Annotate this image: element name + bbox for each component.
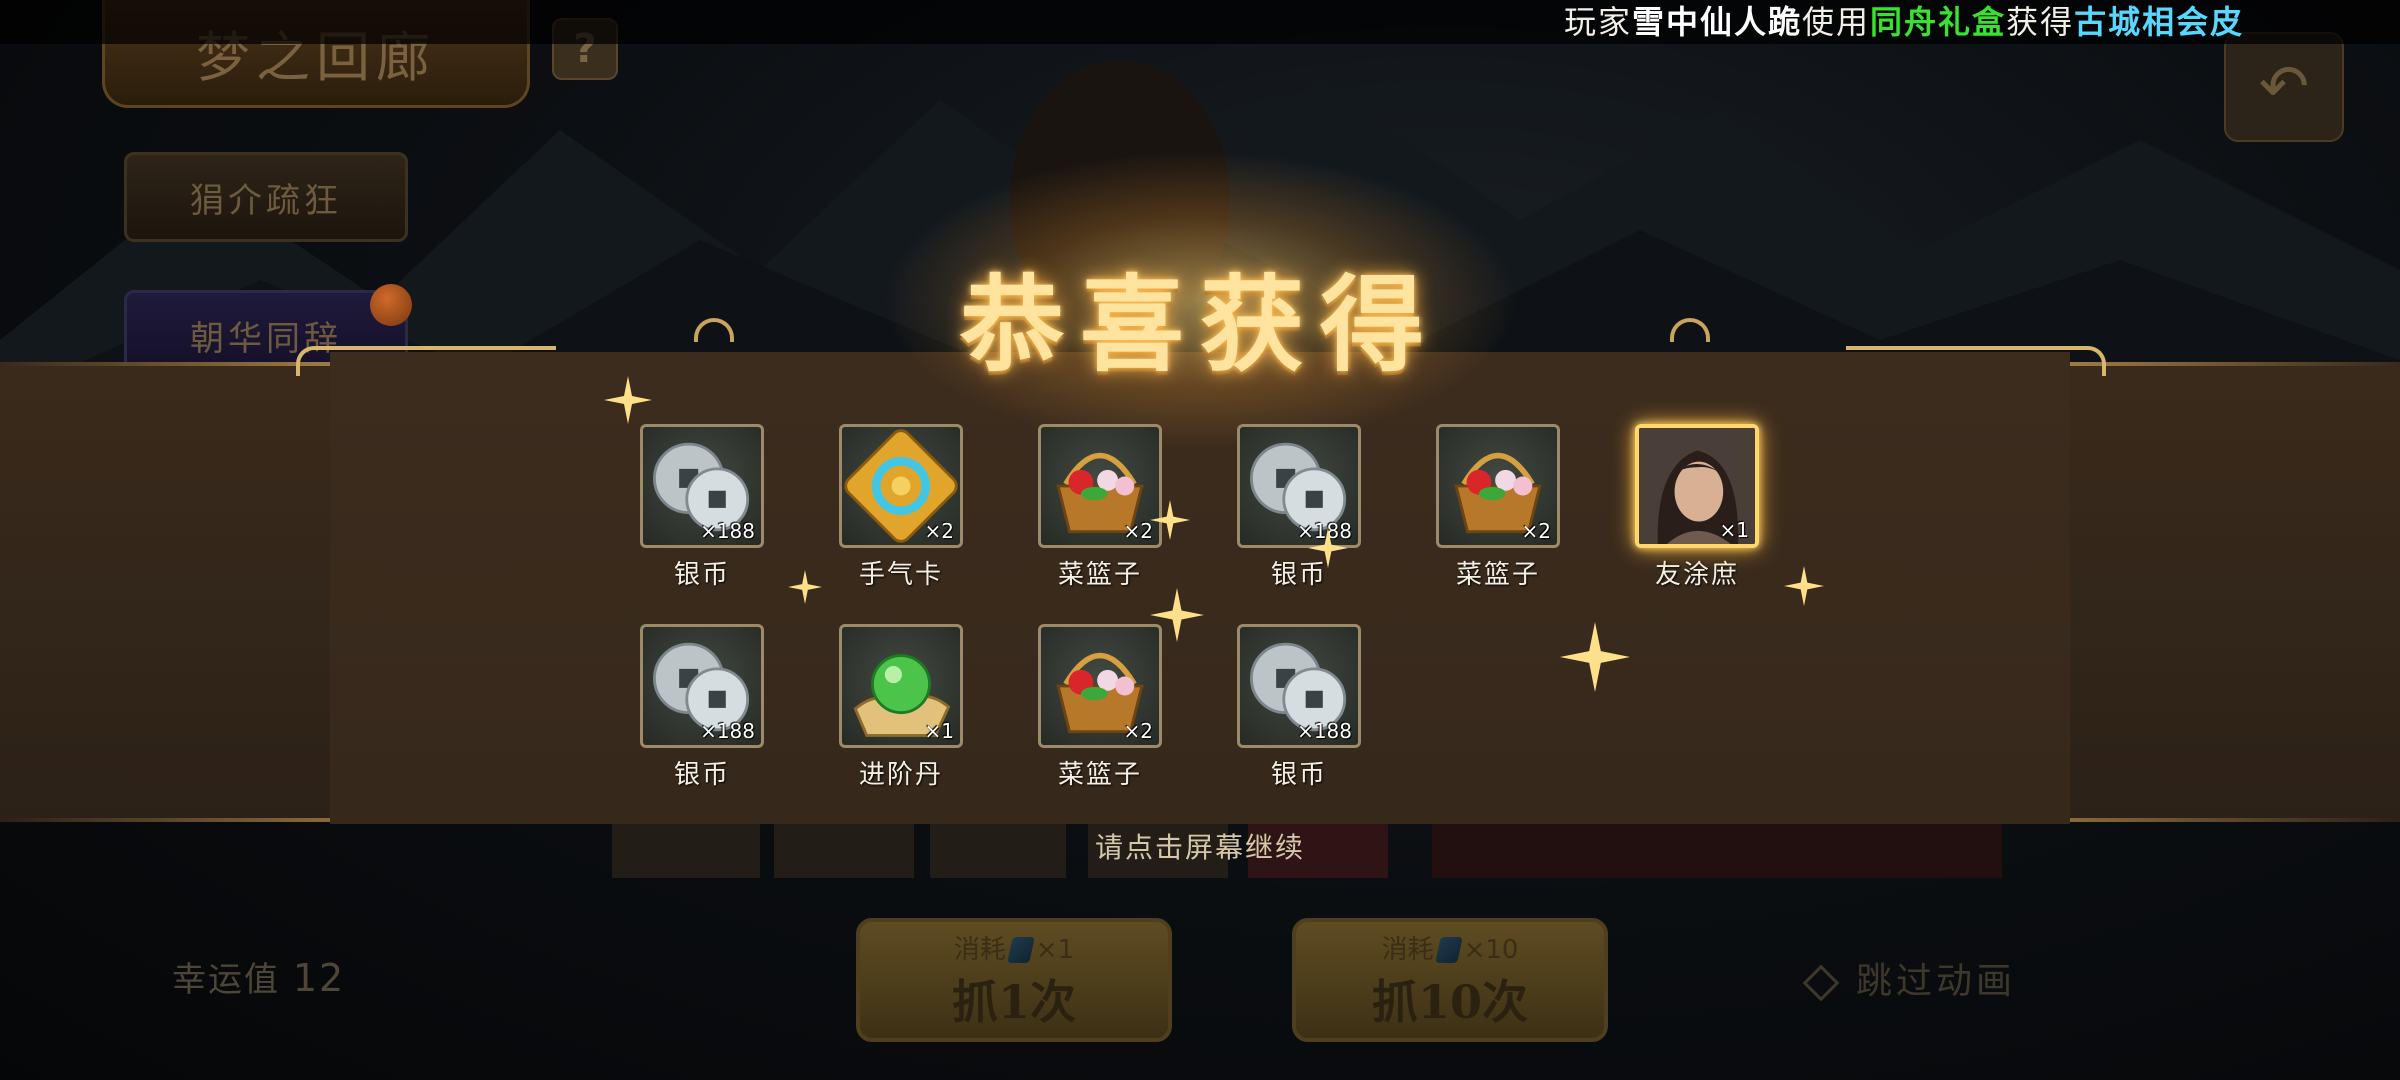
- tab-pool-1[interactable]: 狷介疏狂: [124, 152, 408, 242]
- reward-grid: ×188 银币 ×2 手气卡 ×2 菜篮子 ×188 银币 ×2 菜篮子 ×1 …: [640, 424, 1820, 804]
- marquee-text: 玩家雪中仙人跪使用同舟礼盒获得古城相会皮: [1564, 0, 2244, 44]
- sparkle-icon: [1784, 566, 1824, 606]
- marquee-reward-name: 古城相会皮: [2074, 3, 2245, 41]
- cost-qty: ×1: [1035, 934, 1075, 965]
- card-slot: [1432, 820, 2002, 878]
- panel-gold-trim: [1846, 346, 2106, 376]
- draw-one-cost: 消耗 ×1: [954, 929, 1074, 966]
- luck-value-display: 幸运值 12: [172, 952, 345, 1001]
- reward-item[interactable]: ×188 银币: [640, 424, 764, 591]
- draw-ten-label: 抓10次: [1371, 974, 1528, 1029]
- item-name: 进阶丹: [858, 760, 943, 790]
- item-name: 菜篮子: [1057, 560, 1142, 590]
- reward-item[interactable]: ×188 银币: [1237, 624, 1361, 791]
- reward-item[interactable]: ×2 手气卡: [839, 424, 963, 591]
- draw-ten-cost: 消耗 ×10: [1382, 929, 1519, 966]
- broadcast-marquee: 玩家雪中仙人跪使用同舟礼盒获得古城相会皮: [0, 0, 2400, 44]
- item-name: 菜篮子: [1455, 560, 1540, 590]
- card-slot: [612, 820, 760, 878]
- item-name: 银币: [673, 560, 730, 590]
- marquee-prefix: 玩家: [1564, 3, 1633, 41]
- sparkle-icon: [604, 376, 652, 424]
- reward-title: 恭喜获得: [959, 263, 1440, 386]
- sparkle-icon: [1308, 528, 1348, 568]
- card-slot: [774, 820, 914, 878]
- draw-one-label: 抓1次: [951, 974, 1076, 1029]
- reward-item[interactable]: ×1 进阶丹: [839, 624, 963, 791]
- item-count: ×2: [1123, 519, 1153, 543]
- sparkle-icon: [788, 570, 822, 604]
- reward-frame: ×2: [839, 424, 963, 548]
- skip-animation-toggle[interactable]: 跳过动画: [1802, 952, 2017, 1004]
- marquee-player-name: 雪中仙人跪: [1632, 3, 1803, 41]
- diamond-checkbox-icon: [1802, 964, 1840, 1002]
- notification-dot-icon: [370, 284, 412, 326]
- sparkle-icon: [1150, 500, 1190, 540]
- marquee-verb: 使用: [1802, 3, 1871, 41]
- item-name: 银币: [1270, 760, 1327, 790]
- marquee-item-name: 同舟礼盒: [1870, 3, 2007, 41]
- item-name: 菜篮子: [1057, 760, 1142, 790]
- item-count: ×188: [1297, 719, 1352, 743]
- tap-to-continue-hint: 请点击屏幕继续: [1094, 831, 1305, 864]
- item-count: ×1: [924, 719, 954, 743]
- item-name: 手气卡: [858, 560, 943, 590]
- reward-frame: ×2: [1038, 624, 1162, 748]
- cost-qty: ×10: [1463, 934, 1519, 965]
- item-name: 银币: [673, 760, 730, 790]
- reward-frame: ×2: [1436, 424, 1560, 548]
- sparkle-icon: [1560, 622, 1630, 692]
- sparkle-icon: [1150, 588, 1204, 642]
- reward-item[interactable]: ×2 菜篮子: [1436, 424, 1560, 591]
- item-count: ×2: [1123, 719, 1153, 743]
- back-arrow-icon: ↶: [2258, 52, 2310, 122]
- item-name: 友涂庶: [1654, 560, 1739, 590]
- reward-frame: ×188: [640, 424, 764, 548]
- reward-item[interactable]: ×2 菜篮子: [1038, 424, 1162, 591]
- reward-frame: ×188: [1237, 624, 1361, 748]
- reward-item-hero[interactable]: ×1 友涂庶: [1635, 424, 1759, 591]
- reward-item[interactable]: ×2 菜篮子: [1038, 624, 1162, 791]
- reward-item[interactable]: ×188 银币: [640, 624, 764, 791]
- reward-frame: ×188: [640, 624, 764, 748]
- item-count: ×1: [1719, 518, 1749, 542]
- item-count: ×2: [1521, 519, 1551, 543]
- item-count: ×188: [700, 719, 755, 743]
- reward-frame: ×2: [1038, 424, 1162, 548]
- draw-ten-button[interactable]: 消耗 ×10 抓10次: [1292, 918, 1608, 1042]
- luck-value: 12: [292, 956, 346, 1000]
- marquee-gain: 获得: [2006, 3, 2075, 41]
- reward-frame: ×1: [839, 624, 963, 748]
- item-count: ×2: [924, 519, 954, 543]
- skip-label: 跳过动画: [1856, 961, 2017, 1002]
- item-count: ×188: [700, 519, 755, 543]
- cost-label: 消耗: [953, 934, 1006, 965]
- cost-label: 消耗: [1381, 934, 1434, 965]
- gem-icon: [1007, 937, 1035, 963]
- gem-icon: [1434, 937, 1463, 963]
- back-button[interactable]: ↶: [2224, 32, 2344, 142]
- hero-reward-frame: ×1: [1635, 424, 1759, 548]
- luck-label: 幸运值: [172, 960, 280, 1000]
- panel-gold-trim: [296, 346, 556, 376]
- draw-one-button[interactable]: 消耗 ×1 抓1次: [856, 918, 1172, 1042]
